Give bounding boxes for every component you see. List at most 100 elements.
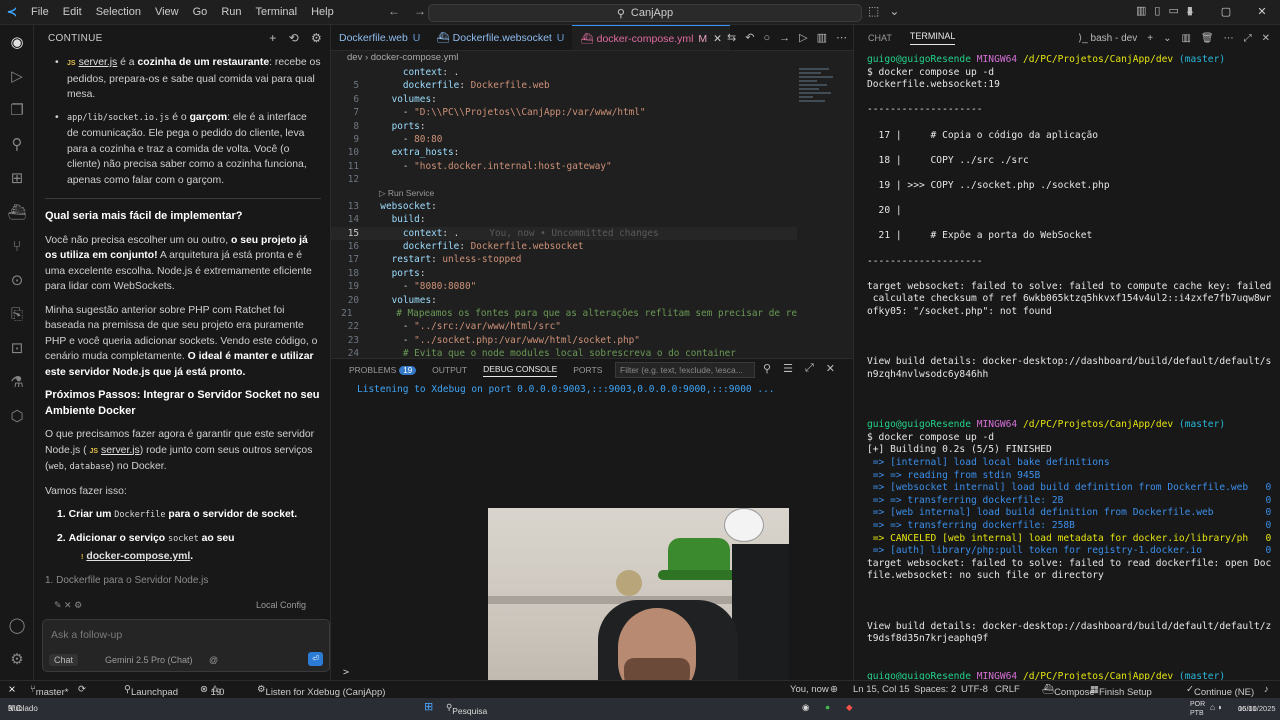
tray-icons[interactable]: ⌂ ◗ [1210,702,1223,712]
kill-terminal-icon[interactable]: 🗑 [1201,33,1214,44]
tab-terminal[interactable]: TERMINAL [909,31,956,45]
mention-button[interactable]: @ [209,655,218,665]
code-line[interactable]: 22 - "../src:/var/www/html/src" [331,320,797,333]
close-panel-icon[interactable]: ✕ [826,362,835,375]
code-line[interactable]: 17 restart: unless-stopped [331,253,797,266]
tab-debug-console[interactable]: DEBUG CONSOLE [483,364,558,377]
code-line[interactable]: 5 dockerfile: Dockerfile.web [331,79,797,92]
prev-change-icon[interactable]: ○ [763,25,770,51]
sync-icon[interactable]: ⟳ [78,684,86,695]
tab-chat[interactable]: CHAT [868,33,892,43]
app-icon[interactable]: ● [825,702,830,712]
project-manager-icon[interactable]: ⊡ [0,331,34,365]
containers-icon[interactable]: ⬡ [0,399,34,433]
tab-dockerfile-web[interactable]: Dockerfile.web U [331,25,428,50]
more-actions-icon[interactable]: ⋯ [1224,33,1234,44]
command-center-search[interactable]: ⚲ CanjApp [428,4,862,22]
chat-input-placeholder[interactable]: Ask a follow-up [51,629,122,641]
close-window-button[interactable]: ✕ [1244,0,1280,25]
code-line[interactable]: 14 build: [331,213,797,226]
code-line[interactable]: 21 # Mapeamos os fontes para que as alte… [331,307,797,320]
zoom-icon[interactable]: ⊕ [830,684,838,695]
gitlens-icon[interactable]: ⊙ [0,263,34,297]
mode-selector[interactable]: Chat [49,654,79,666]
tab-output[interactable]: OUTPUT [432,365,467,375]
menu-selection[interactable]: Selection [89,0,148,25]
taskbar-search[interactable]: ⚲ Pesquisa [446,702,487,716]
search-icon[interactable]: ⚲ [0,127,34,161]
terminal-output[interactable]: guigo@guigoResende MINGW64 /d/PC/Projeto… [867,54,1271,680]
code-line[interactable]: 12 [331,173,797,186]
cursor-position[interactable]: Ln 15, Col 15 [853,684,910,695]
forward-arrow-icon[interactable]: → [414,4,426,18]
tab-docker-compose[interactable]: ⛴ docker-compose.yml M ✕ [572,25,730,50]
continue-icon[interactable]: ◉ [0,25,34,59]
account-icon[interactable]: ◯ [0,608,34,642]
tab-ports[interactable]: PORTS [573,365,602,375]
revert-icon[interactable]: ↶ [745,25,754,51]
source-control-icon[interactable]: ⑂ [0,229,34,263]
code-line[interactable]: 20 volumes: [331,294,797,307]
split-editor-icon[interactable]: ▥ [817,25,827,51]
remote-indicator-icon[interactable]: ⨯ [0,681,24,699]
code-line[interactable]: 8 ports: [331,120,797,133]
code-line[interactable]: 11 - "host.docker.internal:host-gateway" [331,160,797,173]
toggle-sidebar-icon[interactable]: ▯ [1154,4,1160,17]
run-debug-icon[interactable]: ▷ [0,59,34,93]
message-actions-icons[interactable]: ✎ ✕ ⚙ [54,600,82,611]
codelens-run-service[interactable]: ▷ Run Service [369,187,434,200]
manage-gear-icon[interactable]: ⚙ [0,642,34,676]
terminal-shell-selector[interactable]: ⟩_ bash - dev [1078,33,1137,44]
code-line[interactable]: 23 - "../socket.php:/var/www/html/socket… [331,334,797,347]
customize-layout-icon[interactable]: ▥ [1136,4,1146,17]
branch-indicator[interactable]: ⑂ master* [30,684,68,698]
new-terminal-icon[interactable]: + [1147,33,1153,44]
testing-icon[interactable]: ⚗ [0,365,34,399]
file-link-server-js[interactable]: server.js [79,57,118,68]
menu-go[interactable]: Go [186,0,215,25]
menu-help[interactable]: Help [304,0,341,25]
chevron-down-icon[interactable]: ⌄ [1163,33,1171,44]
more-actions-icon[interactable]: ⋯ [836,25,847,51]
minimize-button[interactable]: – [1172,0,1208,25]
maximize-panel-icon[interactable]: ⤢ [805,362,814,375]
clear-console-icon[interactable]: ☰ [783,362,793,375]
new-session-icon[interactable]: + [269,31,276,45]
tab-dockerfile-websocket[interactable]: ⛴ Dockerfile.websocket U [428,25,572,50]
menu-run[interactable]: Run [214,0,248,25]
debug-config[interactable]: ⚙ Listen for Xdebug (CanjApp) [257,684,385,698]
code-line[interactable]: 9 - 80:80 [331,133,797,146]
code-line[interactable]: 16 dockerfile: Dockerfile.websocket [331,240,797,253]
menu-view[interactable]: View [148,0,186,25]
language-indicator[interactable]: POR PTB [1190,700,1205,718]
code-line[interactable]: 15 context: . You, now • Uncommitted chan… [331,226,797,241]
extensions-icon[interactable]: ⊞ [0,161,34,195]
code-line[interactable]: 19 - "8080:8080" [331,280,797,293]
search-icon[interactable]: ⚲ [763,362,771,375]
maximize-icon[interactable]: ⤢ [1244,33,1252,44]
tab-problems[interactable]: PROBLEMS 19 [349,365,417,375]
menu-edit[interactable]: Edit [56,0,89,25]
history-icon[interactable]: ⟲ [289,31,299,45]
close-tab-icon[interactable]: ✕ [713,33,722,45]
settings-gear-icon[interactable]: ⚙ [311,31,322,45]
problems-indicator[interactable]: ⊗ 19 ⚠ 0 [200,684,224,698]
menu-terminal[interactable]: Terminal [249,0,305,25]
menu-file[interactable]: File [24,0,56,25]
blame-indicator[interactable]: You, now [790,684,829,695]
run-icon[interactable]: ▷ [799,25,807,51]
file-link-docker-compose[interactable]: docker-compose.yml [86,551,190,562]
file-link-server-js[interactable]: server.js [101,445,140,456]
chat-input-box[interactable]: Ask a follow-up Chat Gemini 2.5 Pro (Cha… [42,619,330,672]
compare-icon[interactable]: ⇆ [727,25,736,51]
code-line[interactable]: 10 extra_hosts: [331,146,797,159]
app-icon[interactable]: ◉ [802,702,809,713]
finish-setup-button[interactable]: ▦ Finish Setup [1090,684,1152,698]
minimap[interactable] [799,66,839,126]
send-button[interactable]: ⏎ [308,652,323,666]
compose-indicator[interactable]: ⛴ Compose [1042,684,1095,698]
split-terminal-icon[interactable]: ▥ [1181,33,1190,44]
code-line[interactable]: 6 volumes: [331,93,797,106]
code-line[interactable]: ▷ Run Service [331,187,797,200]
line-ending[interactable]: CRLF [995,684,1020,695]
